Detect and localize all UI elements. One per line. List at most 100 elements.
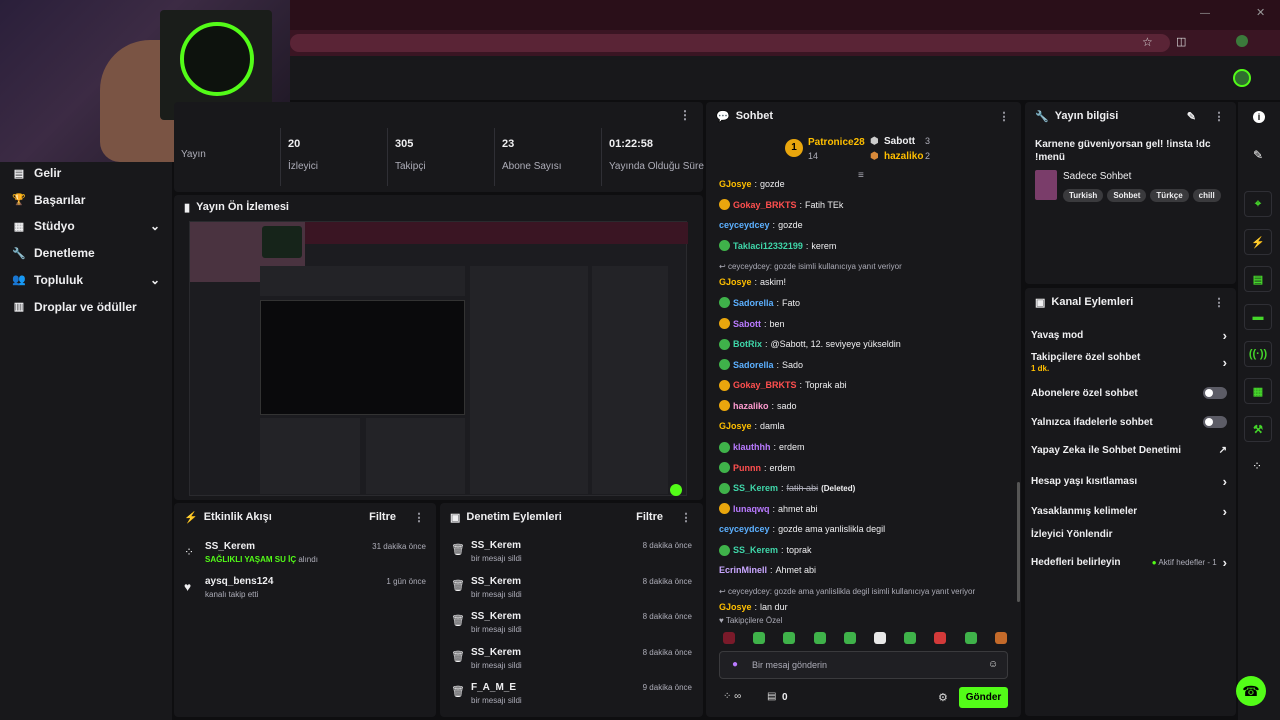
emote-icon[interactable] [753, 632, 766, 644]
close-icon[interactable]: ✕ [1256, 6, 1265, 19]
chat-message[interactable]: ceyceydcey: gozde [719, 220, 803, 230]
emote-icon[interactable] [843, 632, 856, 644]
chat-username[interactable]: GJosye [719, 179, 752, 189]
chat-username[interactable]: ceyceydcey [719, 220, 770, 230]
chat-username[interactable]: GJosye [719, 602, 752, 612]
chat-message[interactable]: Sadorella: Sado [719, 359, 803, 371]
profile-icon[interactable] [1236, 35, 1248, 47]
activity-filter-button[interactable]: Filtre [369, 511, 396, 523]
channel-action-item[interactable]: Yasaklanmış kelimeler › [1031, 504, 1227, 519]
activity-item[interactable]: ⁘ SS_Kerem SAĞLIKLI YAŞAM SU İÇ alındı 31 d… [184, 541, 426, 564]
tag-chip[interactable]: chill [1192, 189, 1221, 202]
nav-item-2[interactable]: ▦ Stüdyo ⌄ [12, 216, 160, 236]
edit-icon[interactable]: ✎ [1187, 110, 1196, 123]
chat-username[interactable]: Punnn [733, 463, 761, 473]
channel-action-item[interactable]: Takipçilere özel sohbet 1 dk. › [1031, 352, 1227, 373]
layout-icon[interactable]: ▦ [1244, 378, 1272, 404]
toggle-switch[interactable] [1203, 387, 1227, 399]
channel-action-item[interactable]: Yavaş mod › [1031, 328, 1227, 343]
integrations-icon[interactable]: ⁘ [1252, 459, 1262, 473]
broadcast-icon[interactable]: ((·)) [1244, 341, 1272, 367]
channel-action-item[interactable]: Yalnızca ifadelerle sohbet [1031, 416, 1227, 428]
points-icon[interactable]: ⁘ ∞ [723, 691, 741, 702]
chat-message[interactable]: EcrinMinell: Ahmet abi [719, 565, 816, 575]
chat-message[interactable]: GJosye: askim! [719, 277, 786, 287]
support-button[interactable]: ☎ [1236, 676, 1266, 706]
chat-message[interactable]: GJosye: damla [719, 421, 785, 431]
chat-message[interactable]: Taklaci12332199: kerem [719, 240, 836, 252]
info-icon[interactable]: i [1253, 111, 1265, 123]
emote-icon[interactable] [783, 632, 796, 644]
chat-username[interactable]: BotRix [733, 339, 762, 349]
emote-icon[interactable] [813, 632, 826, 644]
leaderboard-collapse-icon[interactable]: ≡ [858, 170, 864, 181]
nav-item-5[interactable]: ▥ Droplar ve ödüller [12, 297, 160, 317]
user-avatar[interactable] [1233, 69, 1251, 87]
tag-chip[interactable]: Sohbet [1107, 189, 1147, 202]
emote-icon[interactable] [934, 632, 947, 644]
chat-username[interactable]: ceyceydcey [719, 524, 770, 534]
moderation-item[interactable]: 🗑 SS_Kerem bir mesajı sildi 8 dakika önce [451, 540, 692, 563]
emoji-icon[interactable]: ☺ [988, 659, 998, 670]
chat-username[interactable]: EcrinMinell [719, 565, 767, 575]
chat-username[interactable]: Gokay_BRKTS [733, 200, 797, 210]
chat-message[interactable]: Gokay_BRKTS: Fatih TEk [719, 199, 843, 210]
preview-video[interactable] [189, 221, 688, 496]
chat-input[interactable]: ● Bir mesaj gönderin ☺ [719, 651, 1008, 679]
channel-action-item[interactable]: Abonelere özel sohbet [1031, 387, 1227, 399]
leader-1-name[interactable]: Patronice28 [808, 137, 865, 148]
chat-message[interactable]: GJosye: lan dur [719, 602, 788, 612]
chat-message[interactable]: lunaqwq: ahmet abi [719, 503, 818, 515]
moderation-item[interactable]: 🗑 SS_Kerem bir mesajı sildi 8 dakika önce [451, 611, 692, 634]
leader-2-name[interactable]: Sabott [884, 136, 915, 147]
bookmark-star-icon[interactable]: ☆ [1142, 35, 1153, 49]
moderation-item[interactable]: 🗑 SS_Kerem bir mesajı sildi 8 dakika önce [451, 576, 692, 599]
chat-message[interactable]: SS_Kerem: fatih abi (Deleted) [719, 482, 855, 494]
chat-username[interactable]: Sabott [733, 319, 761, 329]
moderation-item[interactable]: 🗑 SS_Kerem bir mesajı sildi 8 dakika önce [451, 647, 692, 670]
moderation-filter-button[interactable]: Filtre [636, 511, 663, 523]
category-name[interactable]: Sadece Sohbet [1063, 171, 1131, 182]
chat-username[interactable]: klauthhh [733, 442, 771, 452]
minimize-icon[interactable]: — [1200, 8, 1210, 19]
address-field[interactable] [290, 34, 1170, 52]
moderation-item[interactable]: 🗑 F_A_M_E bir mesajı sildi 9 dakika önce [451, 682, 692, 705]
nav-item-3[interactable]: 🔧 Denetleme [12, 243, 160, 263]
camera-icon[interactable]: ⌖ [1244, 191, 1272, 217]
chat-username[interactable]: SS_Kerem [733, 483, 778, 493]
chat-message[interactable]: Gokay_BRKTS: Toprak abi [719, 379, 847, 391]
chat-username[interactable]: Taklaci12332199 [733, 241, 803, 251]
notes-icon[interactable]: ▤ [1244, 266, 1272, 292]
mic-icon[interactable]: ● [732, 659, 738, 670]
lightning-icon[interactable]: ⚡ [1244, 229, 1272, 255]
leader-3-name[interactable]: hazaliko [884, 151, 923, 162]
tool-icon[interactable]: ⚒ [1244, 416, 1272, 442]
send-button[interactable]: Gönder [959, 687, 1008, 708]
stats-more-icon[interactable]: ⋮ [679, 108, 691, 122]
activity-item[interactable]: ♥ aysq_bens124 kanalı takip etti 1 gün önce [184, 576, 426, 599]
chat-message[interactable]: SS_Kerem: toprak [719, 544, 812, 556]
chat-username[interactable]: Sadorella [733, 298, 774, 308]
chat-message[interactable]: BotRix: @Sabott, 12. seviyeye yükseldin [719, 338, 901, 350]
channel-action-item[interactable]: Yapay Zeka ile Sohbet Denetimi ↗ [1031, 445, 1227, 456]
chat-username[interactable]: hazaliko [733, 401, 769, 411]
emote-icon[interactable] [964, 632, 977, 644]
emote-icon[interactable] [723, 632, 735, 644]
moderation-more-icon[interactable]: ⋮ [679, 511, 693, 524]
channel-action-item[interactable]: İzleyici Yönlendir [1031, 529, 1227, 540]
chat-username[interactable]: lunaqwq [733, 504, 770, 514]
category-thumbnail[interactable] [1035, 170, 1057, 200]
tag-chip[interactable]: Turkish [1063, 189, 1104, 202]
nav-item-0[interactable]: ▤ Gelir [12, 163, 160, 183]
chat-scrollbar[interactable] [1017, 482, 1020, 602]
chat-settings-icon[interactable]: ⚙ [938, 691, 948, 704]
toggle-switch[interactable] [1203, 416, 1227, 428]
channel-action-item[interactable]: Hesap yaşı kısıtlaması › [1031, 474, 1227, 489]
nav-item-1[interactable]: 🏆 Başarılar [12, 190, 160, 210]
nav-item-4[interactable]: 👥 Topluluk ⌄ [12, 270, 160, 290]
chat-username[interactable]: SS_Kerem [733, 545, 778, 555]
emote-icon[interactable] [994, 632, 1007, 644]
channel-actions-more-icon[interactable]: ⋮ [1212, 296, 1226, 309]
chat-username[interactable]: GJosye [719, 421, 752, 431]
chat-message[interactable]: GJosye: gozde [719, 179, 785, 189]
